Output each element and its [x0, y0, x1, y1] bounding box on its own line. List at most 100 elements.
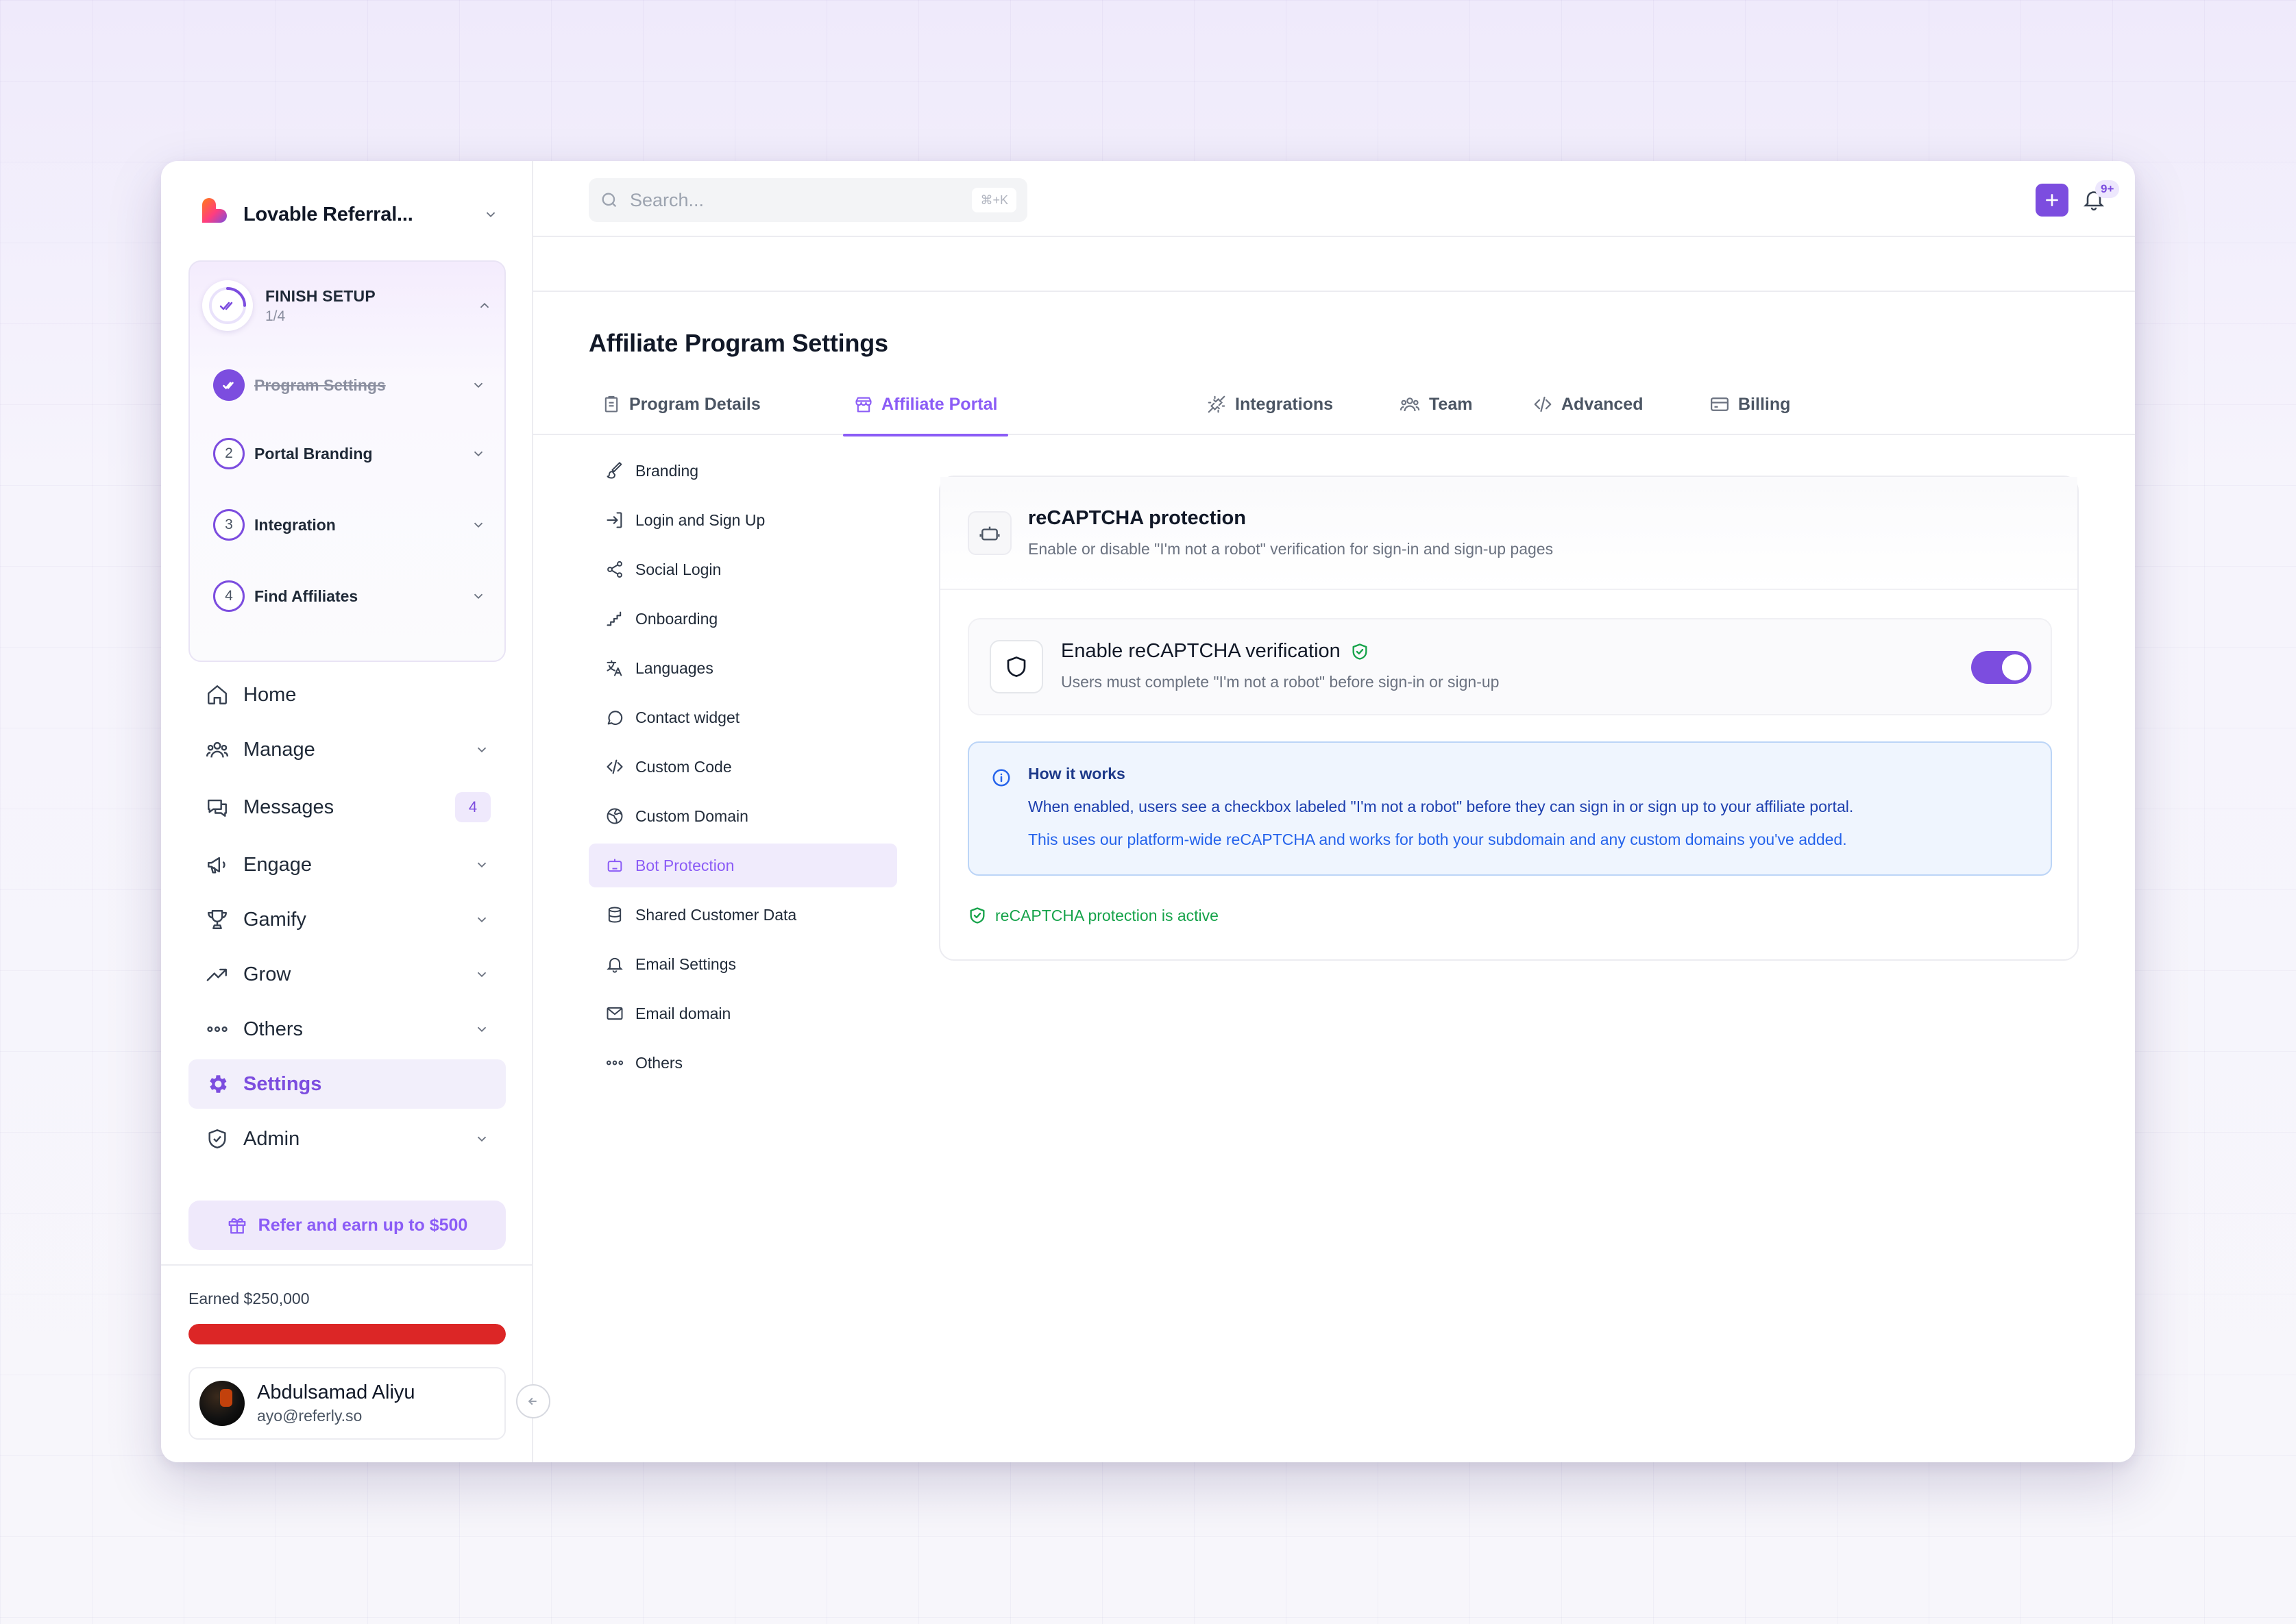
stairs-icon — [604, 609, 626, 628]
plug-icon — [1206, 394, 1227, 415]
clipboard-icon — [602, 395, 621, 414]
notifications-button[interactable]: 9+ — [2075, 180, 2120, 219]
tab-label: Program Details — [629, 394, 761, 414]
team-icon — [1399, 394, 1421, 415]
tab-program-details[interactable]: Program Details — [602, 373, 761, 435]
tab-advanced[interactable]: Advanced — [1532, 373, 1643, 435]
step-number: 2 — [213, 438, 245, 469]
nav-item-engage[interactable]: Engage — [188, 840, 506, 889]
nav-item-messages[interactable]: Messages 4 — [188, 783, 506, 832]
setup-step-portal-branding[interactable]: 2 Portal Branding — [213, 434, 487, 473]
subnav-social-login[interactable]: Social Login — [589, 548, 897, 591]
tab-label: Billing — [1738, 394, 1791, 414]
user-profile-card[interactable]: Abdulsamad Aliyu ayo@referly.so — [188, 1367, 506, 1440]
subnav-label: Email Settings — [635, 955, 737, 973]
setup-title: FINISH SETUP — [265, 286, 376, 305]
more-dots-icon — [604, 1053, 626, 1072]
settings-tabs: Program Details Affiliate Portal Integra… — [533, 373, 2135, 436]
subnav-label: Contact widget — [635, 708, 740, 726]
chevron-down-icon — [469, 516, 487, 534]
shield-check-icon — [968, 906, 987, 925]
subnav-onboarding[interactable]: Onboarding — [589, 597, 897, 641]
nav-item-manage[interactable]: Manage — [188, 725, 506, 774]
chevron-down-icon — [469, 376, 487, 394]
workspace-switcher[interactable]: Lovable Referral... — [198, 194, 500, 235]
subnav-label: Social Login — [635, 560, 722, 578]
translate-icon — [604, 659, 626, 678]
subnav-shared-customer-data[interactable]: Shared Customer Data — [589, 893, 897, 937]
chevron-down-icon — [473, 741, 491, 759]
tab-team[interactable]: Team — [1399, 373, 1472, 435]
nav-item-home[interactable]: Home — [188, 670, 506, 719]
chevron-up-icon[interactable] — [476, 297, 493, 315]
subnav-email-settings[interactable]: Email Settings — [589, 942, 897, 986]
setup-step-label: Program Settings — [254, 376, 386, 394]
step-complete-check-icon — [213, 369, 245, 401]
tab-label: Advanced — [1561, 394, 1644, 414]
messages-count-badge: 4 — [455, 792, 491, 822]
messages-icon — [204, 793, 231, 821]
subnav-label: Others — [635, 1053, 683, 1072]
bot-icon — [968, 511, 1012, 555]
nav-label: Others — [243, 1018, 304, 1040]
subnav-label: Branding — [635, 461, 699, 480]
recaptcha-toggle-row: Enable reCAPTCHA verification Users must… — [968, 618, 2052, 715]
sub-header-bar — [533, 238, 2135, 292]
mail-icon — [604, 1004, 626, 1023]
nav-label: Settings — [243, 1072, 322, 1095]
shield-check-icon — [204, 1125, 231, 1153]
refer-and-earn-button[interactable]: Refer and earn up to $500 — [188, 1201, 506, 1250]
earned-label: Earned $250,000 — [188, 1290, 310, 1307]
chevron-down-icon — [473, 965, 491, 983]
shield-icon — [990, 640, 1043, 693]
users-icon — [204, 736, 231, 763]
nav-item-admin[interactable]: Admin — [188, 1114, 506, 1164]
tab-billing[interactable]: Billing — [1709, 373, 1790, 435]
info-line-1: When enabled, users see a checkbox label… — [1028, 798, 1854, 815]
subnav-branding[interactable]: Branding — [589, 449, 897, 493]
status-text: reCAPTCHA protection is active — [995, 906, 1219, 924]
tab-affiliate-portal[interactable]: Affiliate Portal — [842, 373, 1010, 436]
tab-integrations[interactable]: Integrations — [1206, 373, 1333, 435]
search-input[interactable] — [630, 189, 973, 211]
store-icon — [854, 395, 873, 414]
subnav-custom-code[interactable]: Custom Code — [589, 745, 897, 789]
subnav-login-signup[interactable]: Login and Sign Up — [589, 498, 897, 542]
how-it-works-callout: How it works When enabled, users see a c… — [968, 741, 2052, 876]
subnav-custom-domain[interactable]: Custom Domain — [589, 794, 897, 838]
avatar — [199, 1381, 245, 1426]
finish-setup-panel: FINISH SETUP 1/4 Program Settings 2 Port… — [188, 260, 506, 662]
nav-item-gamify[interactable]: Gamify — [188, 895, 506, 944]
subnav-label: Shared Customer Data — [635, 905, 797, 924]
nav-item-grow[interactable]: Grow — [188, 950, 506, 999]
share-icon — [604, 560, 626, 579]
info-icon — [991, 767, 1012, 788]
setup-step-integration[interactable]: 3 Integration — [213, 506, 487, 544]
setup-step-find-affiliates[interactable]: 4 Find Affiliates — [213, 577, 487, 615]
finish-setup-header[interactable]: FINISH SETUP 1/4 — [202, 278, 493, 333]
search-box[interactable]: ⌘+K — [589, 178, 1027, 222]
nav-item-settings[interactable]: Settings — [188, 1059, 506, 1109]
nav-label: Gamify — [243, 908, 306, 931]
recaptcha-toggle-switch[interactable] — [1971, 651, 2031, 684]
create-new-button[interactable] — [2036, 184, 2068, 217]
nav-item-others[interactable]: Others — [188, 1005, 506, 1054]
subnav-email-domain[interactable]: Email domain — [589, 992, 897, 1035]
brush-icon — [604, 461, 626, 480]
tab-label: Affiliate Portal — [881, 394, 998, 414]
collapse-sidebar-button[interactable] — [516, 1384, 550, 1418]
subnav-contact-widget[interactable]: Contact widget — [589, 696, 897, 739]
toggle-title: Enable reCAPTCHA verification — [1061, 640, 1369, 663]
setup-step-program-settings[interactable]: Program Settings — [213, 366, 487, 404]
subnav-languages[interactable]: Languages — [589, 646, 897, 690]
setup-step-label: Find Affiliates — [254, 587, 358, 605]
trending-up-icon — [204, 961, 231, 988]
subnav-label: Email domain — [635, 1004, 731, 1022]
subnav-bot-protection[interactable]: Bot Protection — [589, 844, 897, 887]
subnav-others[interactable]: Others — [589, 1041, 897, 1085]
app-window: Lovable Referral... FINISH SETUP 1/4 Pro… — [161, 161, 2135, 1462]
subnav-label: Custom Domain — [635, 807, 748, 825]
sidebar: Lovable Referral... FINISH SETUP 1/4 Pro… — [161, 161, 533, 1462]
subnav-label: Login and Sign Up — [635, 510, 766, 529]
notification-count-badge: 9+ — [2095, 180, 2120, 198]
